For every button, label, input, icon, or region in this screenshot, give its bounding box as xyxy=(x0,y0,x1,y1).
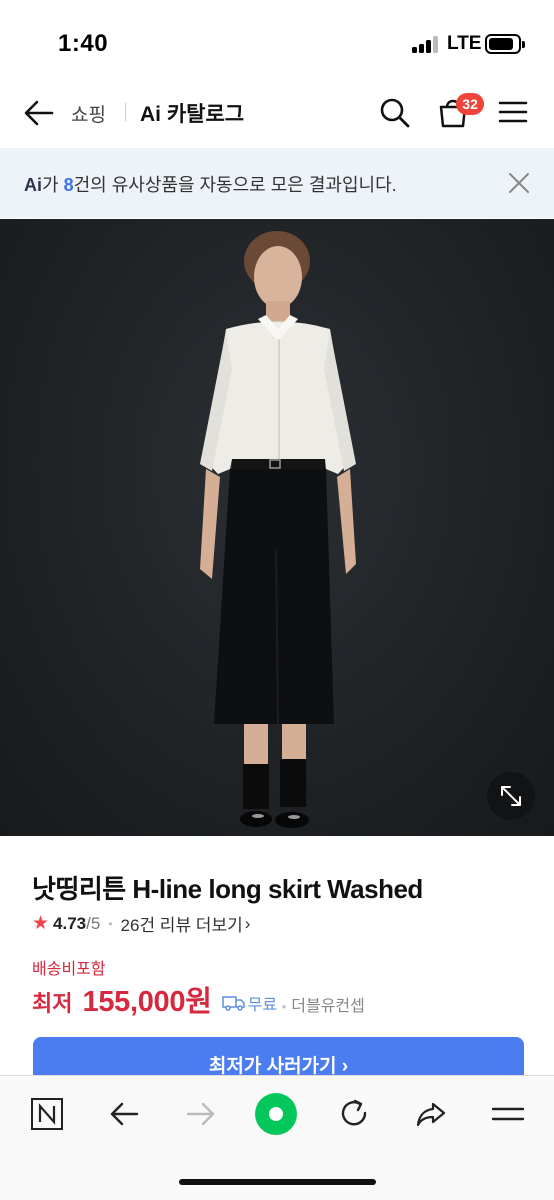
status-bar: 1:40 LTE xyxy=(0,0,554,80)
price-prefix: 최저 xyxy=(32,991,73,1016)
cta-label: 최저가 사러가기 xyxy=(208,1056,337,1077)
rating-value: 4.73 xyxy=(53,913,87,933)
hamburger-menu-icon[interactable] xyxy=(497,96,529,128)
product-title: 낫띵리튼 H-line long skirt Washed xyxy=(32,874,423,904)
nav-section-link[interactable]: 쇼핑 xyxy=(71,100,106,127)
product-image[interactable] xyxy=(0,219,554,836)
review-link[interactable]: 26건 리뷰 더보기 xyxy=(121,911,243,936)
battery-icon xyxy=(485,34,525,54)
ai-logo: Ai xyxy=(24,175,42,195)
star-icon: ★ xyxy=(32,913,50,934)
chevron-right-icon: › xyxy=(341,1056,349,1077)
expand-icon[interactable] xyxy=(487,772,535,820)
separator-dot: • xyxy=(108,916,113,931)
back-arrow-icon[interactable] xyxy=(22,96,56,130)
free-shipping-label: 무료 xyxy=(247,997,278,1014)
truck-icon xyxy=(221,996,245,1011)
reload-icon[interactable] xyxy=(336,1096,372,1132)
price-value: 155,000원 xyxy=(82,986,212,1018)
free-shipping: 무료 xyxy=(221,991,278,1015)
network-label: LTE xyxy=(447,33,482,54)
nav-bar: 쇼핑 Ai 카탈로그 32 xyxy=(0,80,554,146)
close-icon[interactable] xyxy=(505,169,533,197)
cart-count-badge: 32 xyxy=(456,93,484,115)
rating-max: /5 xyxy=(86,913,101,933)
status-time: 1:40 xyxy=(58,30,109,57)
ai-banner: Ai가 8건의 유사상품을 자동으로 모은 결과입니다. xyxy=(0,148,554,218)
home-indicator xyxy=(179,1179,376,1185)
back-icon[interactable] xyxy=(106,1096,142,1132)
menu-icon[interactable] xyxy=(490,1096,526,1132)
shipping-note: 배송비포함 xyxy=(32,961,106,978)
ai-count: 8 xyxy=(63,175,74,195)
ai-banner-text: Ai가 8건의 유사상품을 자동으로 모은 결과입니다. xyxy=(24,171,397,197)
share-icon[interactable] xyxy=(413,1096,449,1132)
nav-divider xyxy=(125,103,126,121)
separator-dot: • xyxy=(282,1000,287,1014)
ai-text-after: 건의 유사상품을 자동으로 모은 결과입니다. xyxy=(73,175,397,195)
rating-row: ★ 4.73 /5 • 26건 리뷰 더보기 › xyxy=(32,911,250,936)
naver-n-icon[interactable] xyxy=(29,1096,65,1132)
ai-text-before: 가 xyxy=(42,175,64,195)
chevron-right-icon: › xyxy=(244,913,251,933)
seller-name[interactable]: 더블유컨셉 xyxy=(291,992,365,1016)
search-icon[interactable] xyxy=(378,96,412,130)
forward-icon[interactable] xyxy=(183,1096,219,1132)
green-home-icon[interactable] xyxy=(254,1092,298,1136)
page-title: Ai 카탈로그 xyxy=(140,103,245,126)
signal-icon xyxy=(412,36,440,53)
price-row: 최저 155,000원 무료 • 더블유컨셉 xyxy=(32,978,365,1020)
